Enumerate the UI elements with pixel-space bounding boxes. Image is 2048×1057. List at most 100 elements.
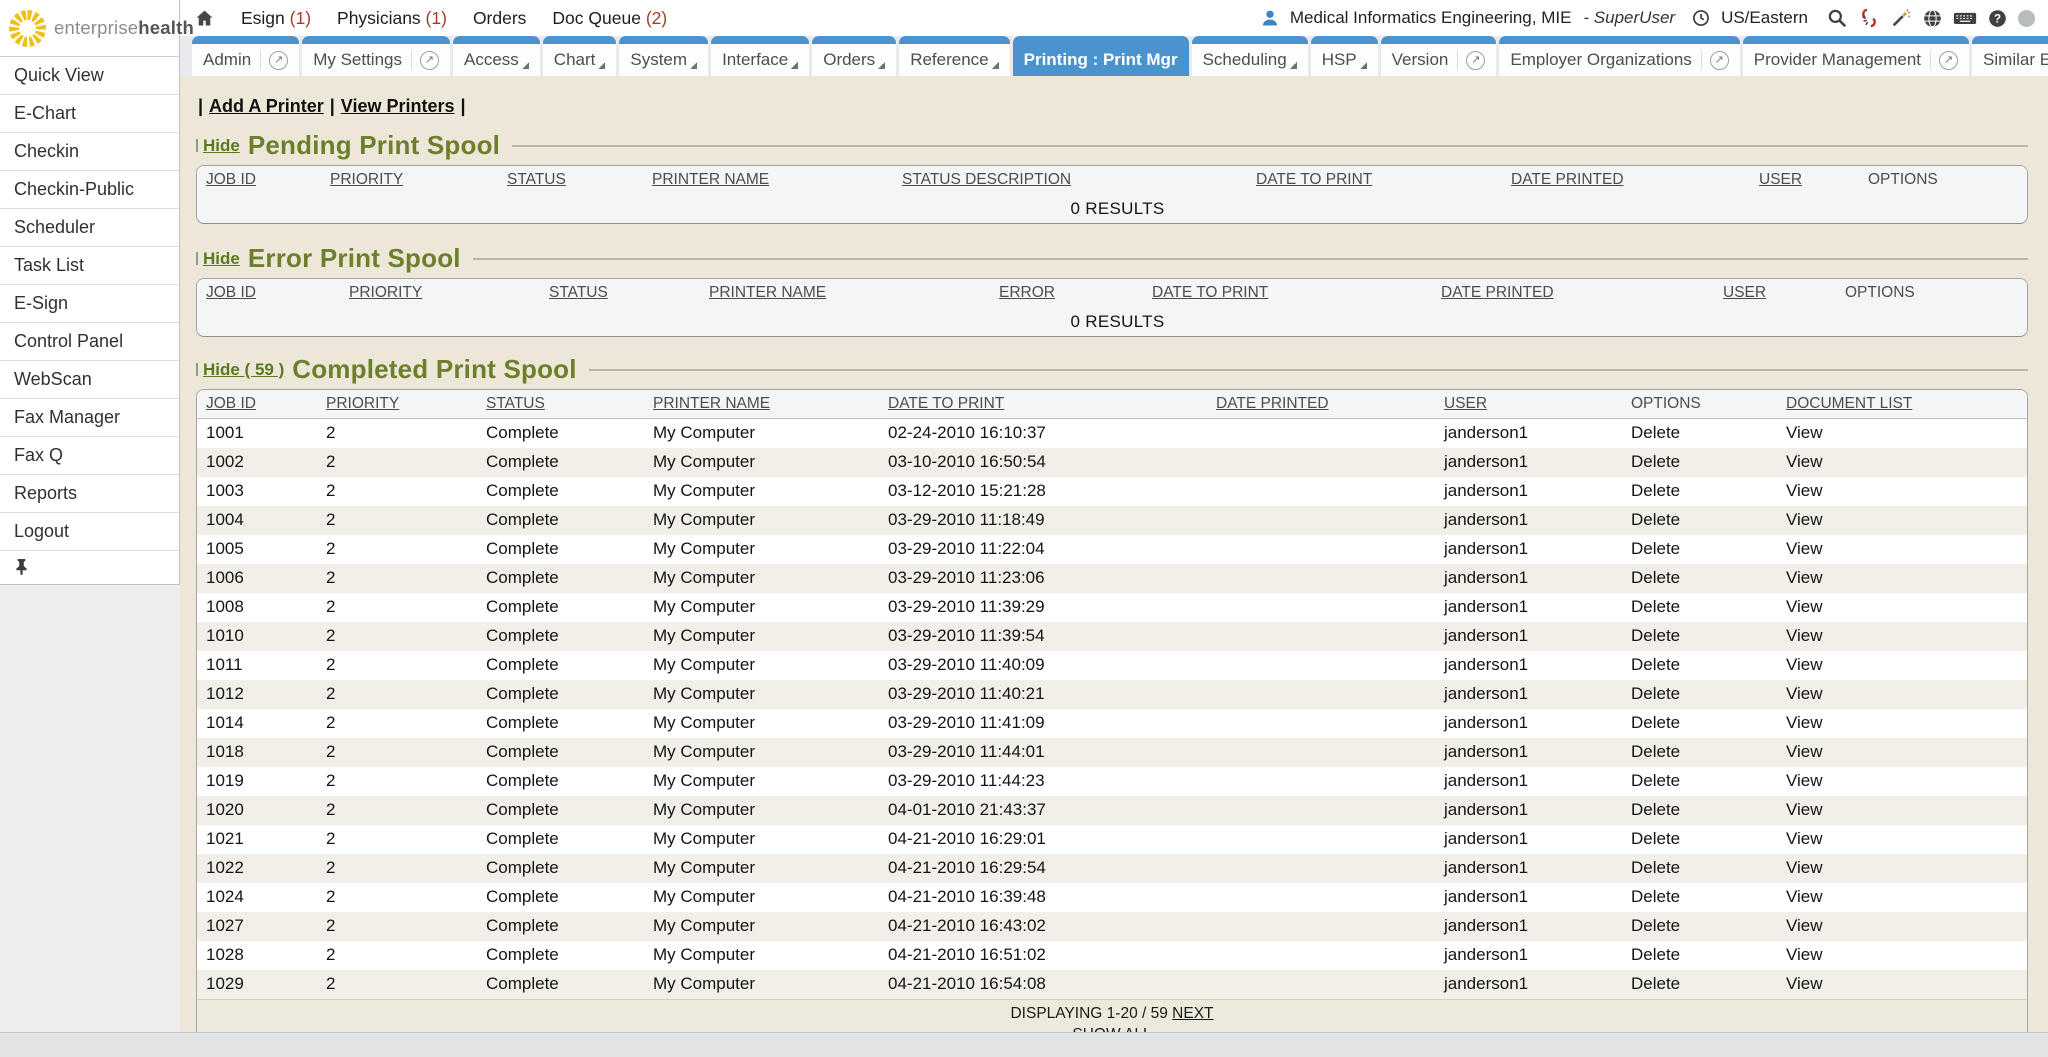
- tab-printing-print-mgr[interactable]: Printing : Print Mgr: [1013, 36, 1189, 76]
- sidebar-item-logout[interactable]: Logout: [0, 513, 179, 551]
- delete-link[interactable]: Delete: [1631, 916, 1680, 935]
- sidebar-item-checkin-public[interactable]: Checkin-Public: [0, 171, 179, 209]
- view-link[interactable]: View: [1786, 974, 1823, 993]
- sort-link-date-to-print[interactable]: DATE TO PRINT: [1152, 284, 1268, 301]
- sort-link-status-description[interactable]: STATUS DESCRIPTION: [902, 171, 1071, 188]
- delete-link[interactable]: Delete: [1631, 568, 1680, 587]
- view-link[interactable]: View: [1786, 684, 1823, 703]
- popout-icon[interactable]: ↗: [1710, 51, 1729, 70]
- sort-link-user[interactable]: USER: [1723, 284, 1766, 301]
- delete-link[interactable]: Delete: [1631, 684, 1680, 703]
- view-link[interactable]: View: [1786, 916, 1823, 935]
- sidebar-item-reports[interactable]: Reports: [0, 475, 179, 513]
- sort-link-job-id[interactable]: JOB ID: [206, 395, 256, 412]
- sort-link-user[interactable]: USER: [1759, 171, 1802, 188]
- topbar-link-esign[interactable]: Esign (1): [241, 8, 311, 29]
- organization-name[interactable]: Medical Informatics Engineering, MIE: [1290, 8, 1572, 28]
- view-link[interactable]: View: [1786, 829, 1823, 848]
- sort-link-status[interactable]: STATUS: [507, 171, 566, 188]
- view-link[interactable]: View: [1786, 568, 1823, 587]
- tab-access[interactable]: Access: [453, 36, 540, 76]
- delete-link[interactable]: Delete: [1631, 829, 1680, 848]
- view-link[interactable]: View: [1786, 423, 1823, 442]
- delete-link[interactable]: Delete: [1631, 742, 1680, 761]
- sidebar-item-fax-q[interactable]: Fax Q: [0, 437, 179, 475]
- delete-link[interactable]: Delete: [1631, 510, 1680, 529]
- sort-link-printer-name[interactable]: PRINTER NAME: [709, 284, 826, 301]
- error-hide-link[interactable]: Hide: [203, 249, 240, 269]
- tab-reference[interactable]: Reference: [899, 36, 1009, 76]
- sort-link-status[interactable]: STATUS: [549, 284, 608, 301]
- popout-icon[interactable]: ↗: [420, 51, 439, 70]
- delete-link[interactable]: Delete: [1631, 771, 1680, 790]
- sidebar-item-webscan[interactable]: WebScan: [0, 361, 179, 399]
- view-printers-link[interactable]: View Printers: [341, 96, 455, 116]
- tab-system[interactable]: System: [619, 36, 708, 76]
- completed-hide-link[interactable]: Hide ( 59 ): [203, 360, 284, 380]
- sidebar-pin-row[interactable]: [0, 551, 179, 581]
- view-link[interactable]: View: [1786, 452, 1823, 471]
- delete-link[interactable]: Delete: [1631, 887, 1680, 906]
- sort-link-job-id[interactable]: JOB ID: [206, 284, 256, 301]
- view-link[interactable]: View: [1786, 481, 1823, 500]
- tab-hsp[interactable]: HSP: [1311, 36, 1378, 76]
- view-link[interactable]: View: [1786, 597, 1823, 616]
- tab-version[interactable]: Version↗: [1381, 36, 1497, 76]
- sidebar-item-e-sign[interactable]: E-Sign: [0, 285, 179, 323]
- sort-link-printer-name[interactable]: PRINTER NAME: [653, 395, 770, 412]
- sort-link-date-printed[interactable]: DATE PRINTED: [1216, 395, 1329, 412]
- tab-orders[interactable]: Orders: [812, 36, 896, 76]
- sidebar-item-fax-manager[interactable]: Fax Manager: [0, 399, 179, 437]
- pending-hide-link[interactable]: Hide: [203, 136, 240, 156]
- sort-link-user[interactable]: USER: [1444, 395, 1487, 412]
- view-link[interactable]: View: [1786, 945, 1823, 964]
- sidebar-item-e-chart[interactable]: E-Chart: [0, 95, 179, 133]
- view-link[interactable]: View: [1786, 771, 1823, 790]
- pin-icon[interactable]: [14, 558, 29, 575]
- tab-my-settings[interactable]: My Settings↗: [302, 36, 450, 76]
- sort-link-document-list[interactable]: DOCUMENT LIST: [1786, 395, 1912, 412]
- sort-link-date-printed[interactable]: DATE PRINTED: [1511, 171, 1624, 188]
- delete-link[interactable]: Delete: [1631, 597, 1680, 616]
- sort-link-printer-name[interactable]: PRINTER NAME: [652, 171, 769, 188]
- delete-link[interactable]: Delete: [1631, 481, 1680, 500]
- tab-similar-exposure-groups-segs[interactable]: Similar Exposure Groups (SEGs)↗: [1972, 36, 2048, 76]
- tab-interface[interactable]: Interface: [711, 36, 809, 76]
- popout-icon[interactable]: ↗: [1466, 51, 1485, 70]
- add-a-printer-link[interactable]: Add A Printer: [209, 96, 324, 116]
- popout-icon[interactable]: ↗: [269, 51, 288, 70]
- delete-link[interactable]: Delete: [1631, 452, 1680, 471]
- view-link[interactable]: View: [1786, 887, 1823, 906]
- delete-link[interactable]: Delete: [1631, 858, 1680, 877]
- broken-link-icon[interactable]: [1858, 7, 1880, 29]
- delete-link[interactable]: Delete: [1631, 655, 1680, 674]
- sidebar-item-scheduler[interactable]: Scheduler: [0, 209, 179, 247]
- view-link[interactable]: View: [1786, 858, 1823, 877]
- wand-icon[interactable]: [1890, 7, 1912, 29]
- next-page-link[interactable]: NEXT: [1172, 1005, 1213, 1022]
- sidebar-item-control-panel[interactable]: Control Panel: [0, 323, 179, 361]
- sort-link-date-printed[interactable]: DATE PRINTED: [1441, 284, 1554, 301]
- delete-link[interactable]: Delete: [1631, 713, 1680, 732]
- view-link[interactable]: View: [1786, 510, 1823, 529]
- delete-link[interactable]: Delete: [1631, 626, 1680, 645]
- sidebar-item-checkin[interactable]: Checkin: [0, 133, 179, 171]
- view-link[interactable]: View: [1786, 626, 1823, 645]
- sort-link-priority[interactable]: PRIORITY: [326, 395, 399, 412]
- tab-employer-organizations[interactable]: Employer Organizations↗: [1499, 36, 1739, 76]
- delete-link[interactable]: Delete: [1631, 974, 1680, 993]
- delete-link[interactable]: Delete: [1631, 800, 1680, 819]
- view-link[interactable]: View: [1786, 539, 1823, 558]
- tab-scheduling[interactable]: Scheduling: [1192, 36, 1308, 76]
- delete-link[interactable]: Delete: [1631, 945, 1680, 964]
- search-icon[interactable]: [1826, 7, 1848, 29]
- popout-icon[interactable]: ↗: [1939, 51, 1958, 70]
- delete-link[interactable]: Delete: [1631, 539, 1680, 558]
- tab-admin[interactable]: Admin↗: [192, 36, 299, 76]
- sort-link-priority[interactable]: PRIORITY: [330, 171, 403, 188]
- view-link[interactable]: View: [1786, 713, 1823, 732]
- view-link[interactable]: View: [1786, 655, 1823, 674]
- view-link[interactable]: View: [1786, 742, 1823, 761]
- sort-link-error[interactable]: ERROR: [999, 284, 1055, 301]
- topbar-link-orders[interactable]: Orders: [473, 8, 526, 29]
